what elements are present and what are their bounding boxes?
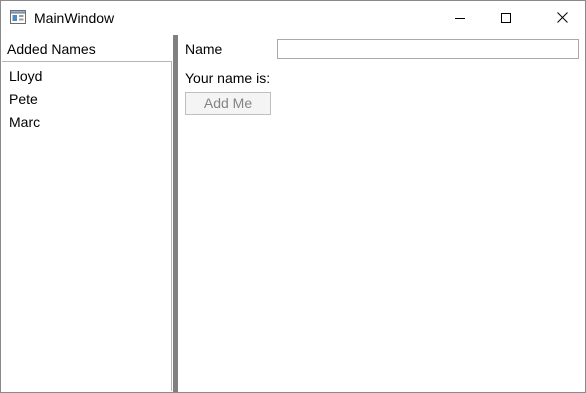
- maximize-button[interactable]: [483, 1, 529, 35]
- name-label: Name: [185, 41, 223, 57]
- close-icon: [556, 10, 568, 26]
- list-item[interactable]: Lloyd: [9, 68, 42, 84]
- maximize-icon: [501, 10, 511, 26]
- name-entry-panel: Name Your name is: Add Me: [178, 35, 585, 392]
- added-names-header: Added Names: [7, 41, 96, 57]
- added-names-panel: Added Names Lloyd Pete Marc: [1, 35, 173, 392]
- name-input[interactable]: [277, 39, 579, 59]
- window-title: MainWindow: [34, 10, 115, 26]
- close-button[interactable]: [539, 1, 585, 35]
- list-item[interactable]: Marc: [9, 114, 40, 130]
- list-item[interactable]: Pete: [9, 91, 38, 107]
- your-name-label: Your name is:: [185, 70, 271, 86]
- app-icon: [10, 10, 26, 24]
- minimize-button[interactable]: [437, 1, 483, 35]
- add-me-button[interactable]: Add Me: [185, 92, 271, 115]
- names-list[interactable]: Lloyd Pete Marc: [2, 61, 172, 391]
- main-window: MainWindow Added Names Lloyd Pete Marc N…: [0, 0, 586, 393]
- title-bar[interactable]: MainWindow: [1, 1, 585, 35]
- minimize-icon: [455, 10, 465, 26]
